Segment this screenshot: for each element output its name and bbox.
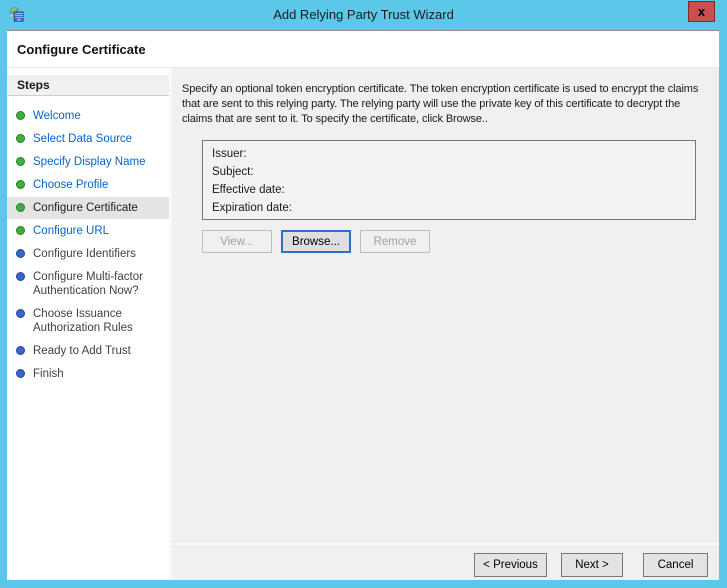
sidebar-item-select-data-source[interactable]: Select Data Source [7, 128, 169, 150]
step-bullet-icon [16, 134, 25, 143]
step-label: Finish [33, 368, 64, 380]
certificate-buttons-row: View... Browse... Remove [202, 230, 707, 253]
description-text: Specify an optional token encryption cer… [182, 83, 699, 125]
steps-sidebar: Steps Welcome Select Data Source Specify D… [7, 68, 172, 580]
sidebar-item-ready-to-add-trust: Ready to Add Trust [7, 340, 169, 362]
sidebar-item-welcome[interactable]: Welcome [7, 105, 169, 127]
steps-header: Steps [7, 75, 169, 96]
page-title: Configure Certificate [17, 42, 146, 57]
certificate-details-box: Issuer: Subject: Effective date: Expiration… [202, 140, 696, 220]
certificate-fields: Issuer: Subject: Effective date: Expiration… [212, 148, 695, 220]
step-label: Select Data Source [33, 133, 133, 145]
step-bullet-icon [16, 309, 25, 318]
step-label: Welcome [33, 110, 81, 122]
remove-button[interactable]: Remove [360, 230, 430, 253]
step-label: Choose Profile [33, 179, 109, 191]
step-label: Specify Display Name [33, 156, 146, 168]
step-label: Configure Identifiers [33, 248, 136, 260]
sidebar-item-specify-display-name[interactable]: Specify Display Name [7, 151, 169, 173]
certificate-field-label: Effective date: [212, 184, 285, 196]
step-label: Configure Certificate [33, 202, 138, 214]
previous-button[interactable]: < Previous [474, 553, 547, 577]
step-bullet-icon [16, 249, 25, 258]
step-bullet-icon [16, 369, 25, 378]
sidebar-item-choose-profile[interactable]: Choose Profile [7, 174, 169, 196]
step-bullet-icon [16, 157, 25, 166]
titlebar: Add Relying Party Trust Wizard x [0, 0, 727, 30]
certificate-field-label: Subject: [212, 166, 254, 178]
step-bullet-icon [16, 272, 25, 281]
footer-buttons-row: < Previous Next > Cancel [172, 545, 719, 580]
step-label: Ready to Add Trust [33, 345, 131, 357]
wizard-window: Add Relying Party Trust Wizard x Configu… [0, 0, 727, 588]
sidebar-item-finish: Finish [7, 363, 169, 385]
step-bullet-icon [16, 180, 25, 189]
sidebar-item-configure-certificate[interactable]: Configure Certificate [7, 197, 169, 219]
step-label: Configure Multi-factor Authentication No… [33, 271, 143, 297]
next-button[interactable]: Next > [561, 553, 623, 577]
step-bullet-icon [16, 346, 25, 355]
sidebar-item-configure-identifiers: Configure Identifiers [7, 243, 169, 265]
step-label: Choose Issuance Authorization Rules [33, 308, 133, 334]
step-bullet-icon [16, 226, 25, 235]
adfs-app-icon [8, 6, 24, 22]
wizard-dialog: Configure Certificate Steps Welcome Selec… [7, 30, 719, 580]
close-button[interactable]: x [688, 1, 715, 22]
browse-button[interactable]: Browse... [281, 230, 351, 253]
step-bullet-icon [16, 111, 25, 120]
certificate-field-label: Expiration date: [212, 202, 292, 214]
window-title: Add Relying Party Trust Wizard [273, 7, 454, 22]
content-area: Specify an optional token encryption cer… [172, 68, 719, 580]
view-button[interactable]: View... [202, 230, 272, 253]
header-band: Configure Certificate [7, 31, 719, 68]
sidebar-item-configure-url[interactable]: Configure URL [7, 220, 169, 242]
sidebar-item-configure-multi-factor-authentication-now: Configure Multi-factor Authentication No… [7, 266, 169, 302]
cancel-button[interactable]: Cancel [643, 553, 708, 577]
steps-list: Welcome Select Data Source Specify Display… [7, 105, 169, 385]
step-bullet-icon [16, 203, 25, 212]
certificate-field-label: Issuer: [212, 148, 247, 160]
sidebar-item-choose-issuance-authorization-rules: Choose Issuance Authorization Rules [7, 303, 169, 339]
step-label: Configure URL [33, 225, 110, 237]
